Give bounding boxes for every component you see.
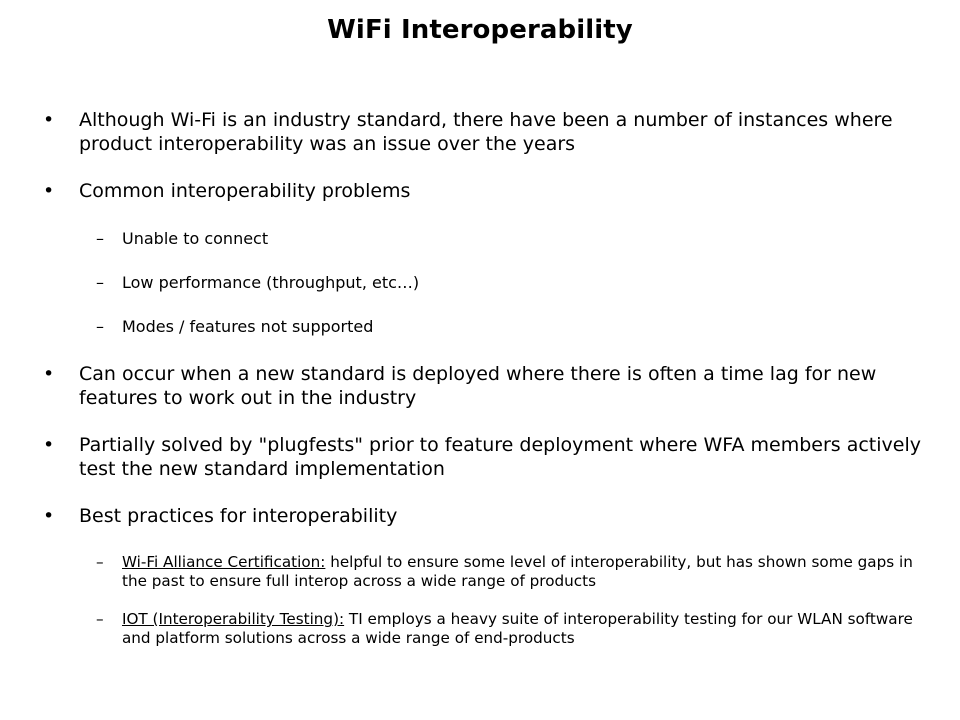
slide: WiFi Interoperability • Although Wi-Fi i… [0,0,960,720]
bullet-marker-icon: • [43,434,55,456]
bullet-text: Can occur when a new standard is deploye… [79,363,877,409]
sub-bullet-text: Wi-Fi Alliance Certification: helpful to… [122,553,932,591]
sub-bullet-lead-underlined: Wi-Fi Alliance Certification: [122,553,326,571]
bullet-text: Best practices for interoperability [79,505,398,527]
sub-bullet-text: IOT (Interoperability Testing): TI emplo… [122,610,932,648]
slide-body: • Although Wi-Fi is an industry standard… [0,108,960,667]
sub-bullet-text: Low performance (throughput, etc…) [122,273,420,292]
dash-marker-icon: – [96,553,104,571]
bullet-marker-icon: • [43,505,55,527]
bullet-item: • Although Wi-Fi is an industry standard… [0,108,960,156]
bullet-text: Although Wi-Fi is an industry standard, … [79,109,893,155]
bullet-marker-icon: • [43,180,55,202]
dash-marker-icon: – [96,610,104,628]
dash-marker-icon: – [96,273,104,292]
bullet-item: • Best practices for interoperability [0,504,960,528]
dash-marker-icon: – [96,229,104,248]
sub-bullet-item: – Wi-Fi Alliance Certification: helpful … [0,553,960,591]
bullet-text: Common interoperability problems [79,180,411,202]
bullet-item: • Can occur when a new standard is deplo… [0,362,960,410]
bullet-item: • Common interoperability problems [0,179,960,203]
page-title: WiFi Interoperability [327,15,633,45]
sub-bullet-item: – Unable to connect [0,228,960,249]
sub-bullet-item: – Low performance (throughput, etc…) [0,272,960,293]
dash-marker-icon: – [96,317,104,336]
bullet-marker-icon: • [43,363,55,385]
sub-bullet-item: – IOT (Interoperability Testing): TI emp… [0,610,960,648]
sub-bullet-text: Modes / features not supported [122,317,374,336]
bullet-text: Partially solved by "plugfests" prior to… [79,434,921,480]
sub-bullet-text: Unable to connect [122,229,269,248]
sub-bullet-lead-underlined: IOT (Interoperability Testing): [122,610,345,628]
bullet-marker-icon: • [43,109,55,131]
bullet-item: • Partially solved by "plugfests" prior … [0,433,960,481]
sub-bullet-item: – Modes / features not supported [0,316,960,337]
